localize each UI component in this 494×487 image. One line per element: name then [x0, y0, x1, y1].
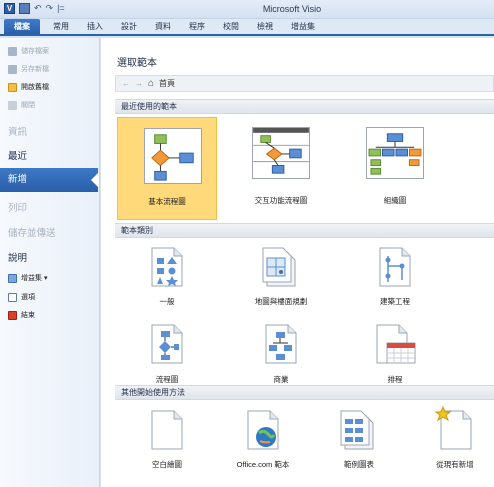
close-doc-icon: [8, 100, 17, 110]
exit-icon: [8, 310, 17, 320]
recent-section-header: 最近使用的範本: [115, 99, 494, 114]
template-org-chart[interactable]: 組織圖: [345, 117, 445, 220]
option-sample-diagrams[interactable]: 範例圖表: [309, 405, 409, 477]
category-flowchart[interactable]: 流程圖: [117, 319, 217, 389]
back-button[interactable]: ←: [122, 79, 130, 88]
nav-help[interactable]: 說明: [8, 250, 27, 264]
addins-command[interactable]: 增益集 ▾: [8, 272, 47, 284]
org-chart-thumbnail: [366, 127, 424, 179]
breadcrumb-home-label[interactable]: 首頁: [159, 78, 175, 89]
tab-insert[interactable]: 插入: [78, 19, 112, 34]
options-icon: [8, 292, 17, 302]
nav-print[interactable]: 列印: [8, 200, 27, 214]
tab-design[interactable]: 設計: [112, 19, 146, 34]
open-command-label: 開啟舊檔: [21, 84, 49, 91]
new-from-existing-icon: [434, 405, 472, 450]
breadcrumb: ← → ⌂ 首頁: [115, 75, 494, 92]
tab-data[interactable]: 資料: [146, 19, 180, 34]
option-label: 從現有新增: [436, 460, 474, 469]
nav-recent[interactable]: 最近: [8, 148, 27, 162]
exit-command-label: 結束: [21, 312, 35, 319]
tab-view[interactable]: 檢視: [248, 19, 282, 34]
options-command[interactable]: 選項: [8, 291, 35, 303]
option-label: Office.com 範本: [236, 460, 290, 469]
category-general[interactable]: 一般: [117, 242, 217, 314]
category-engineering[interactable]: 建築工程: [345, 242, 445, 314]
category-label: 地圖與樓面規劃: [254, 297, 308, 306]
tab-file[interactable]: 檔案: [4, 19, 40, 34]
nav-new[interactable]: 新增: [0, 168, 99, 192]
title-bar: V ↶ ↷ |= Microsoft Visio: [0, 0, 494, 19]
forward-button[interactable]: →: [135, 79, 143, 88]
category-label: 一般: [159, 297, 175, 306]
option-office-com-templates[interactable]: Office.com 範本: [213, 405, 313, 477]
template-label: 交互功能流程圖: [254, 196, 308, 205]
exit-command[interactable]: 結束: [8, 309, 35, 321]
page-title: 選取範本: [117, 58, 157, 69]
home-icon[interactable]: ⌂: [148, 78, 154, 89]
flowchart-icon: [151, 324, 183, 364]
open-folder-icon: [8, 82, 17, 92]
engineering-icon: [379, 247, 411, 287]
category-label: 建築工程: [380, 297, 410, 306]
category-label: 商業: [273, 375, 289, 384]
general-icon: [151, 247, 183, 287]
ribbon-tabs: 檔案 常用 插入 設計 資料 程序 校閱 檢視 增益集: [0, 19, 494, 36]
save-as-command-label: 另存新檔: [21, 66, 49, 73]
main-panel: 選取範本 ← → ⌂ 首頁 最近使用的範本 基本流程圖 交互功能流程圖 組織圖 …: [101, 38, 494, 487]
options-command-label: 選項: [21, 294, 35, 301]
tab-home[interactable]: 常用: [44, 19, 78, 34]
option-blank-drawing[interactable]: 空白繪圖: [117, 405, 217, 477]
template-label: 基本流程圖: [148, 197, 186, 206]
basic-flowchart-thumbnail: [144, 128, 202, 184]
category-section-header: 範本類別: [115, 223, 494, 238]
save-icon: [8, 46, 17, 56]
template-basic-flowchart[interactable]: 基本流程圖: [117, 117, 217, 220]
template-cross-functional-flowchart[interactable]: 交互功能流程圖: [231, 117, 331, 220]
category-label: 排程: [387, 375, 403, 384]
window-title: Microsoft Visio: [262, 4, 322, 14]
close-command[interactable]: 關閉: [8, 99, 35, 111]
tab-review[interactable]: 校閱: [214, 19, 248, 34]
save-as-command[interactable]: 另存新檔: [8, 63, 49, 75]
category-label: 流程圖: [155, 375, 179, 384]
template-label: 組織圖: [383, 196, 407, 205]
backstage-nav: 儲存檔案 另存新檔 開啟舊檔 關閉 資訊 最近 新增 列印 儲存並傳送 說明 增…: [0, 38, 100, 487]
tab-process[interactable]: 程序: [180, 19, 214, 34]
other-section-header: 其他開始使用方法: [115, 385, 494, 400]
option-new-from-existing[interactable]: 從現有新增: [405, 405, 494, 477]
option-label: 空白繪圖: [152, 460, 182, 469]
blank-document-icon: [151, 410, 183, 450]
office-com-icon: [247, 410, 279, 450]
addins-command-label: 增益集 ▾: [21, 275, 48, 282]
option-label: 範例圖表: [344, 460, 374, 469]
addins-icon: [8, 273, 17, 283]
sample-diagrams-icon: [340, 410, 374, 450]
close-command-label: 關閉: [21, 102, 35, 109]
save-as-icon: [8, 64, 17, 74]
nav-info[interactable]: 資訊: [8, 124, 27, 138]
category-maps-floorplans[interactable]: 地圖與樓面規劃: [231, 242, 331, 314]
category-business[interactable]: 商業: [231, 319, 331, 389]
cross-functional-thumbnail: [252, 127, 310, 179]
business-icon: [265, 324, 297, 364]
open-command[interactable]: 開啟舊檔: [8, 81, 49, 93]
schedule-icon: [376, 324, 416, 364]
maps-floorplans-icon: [262, 247, 296, 287]
category-schedule[interactable]: 排程: [345, 319, 445, 389]
save-command[interactable]: 儲存檔案: [8, 45, 49, 57]
nav-save-send[interactable]: 儲存並傳送: [8, 225, 56, 239]
save-command-label: 儲存檔案: [21, 48, 49, 55]
tab-addins[interactable]: 增益集: [282, 19, 324, 34]
